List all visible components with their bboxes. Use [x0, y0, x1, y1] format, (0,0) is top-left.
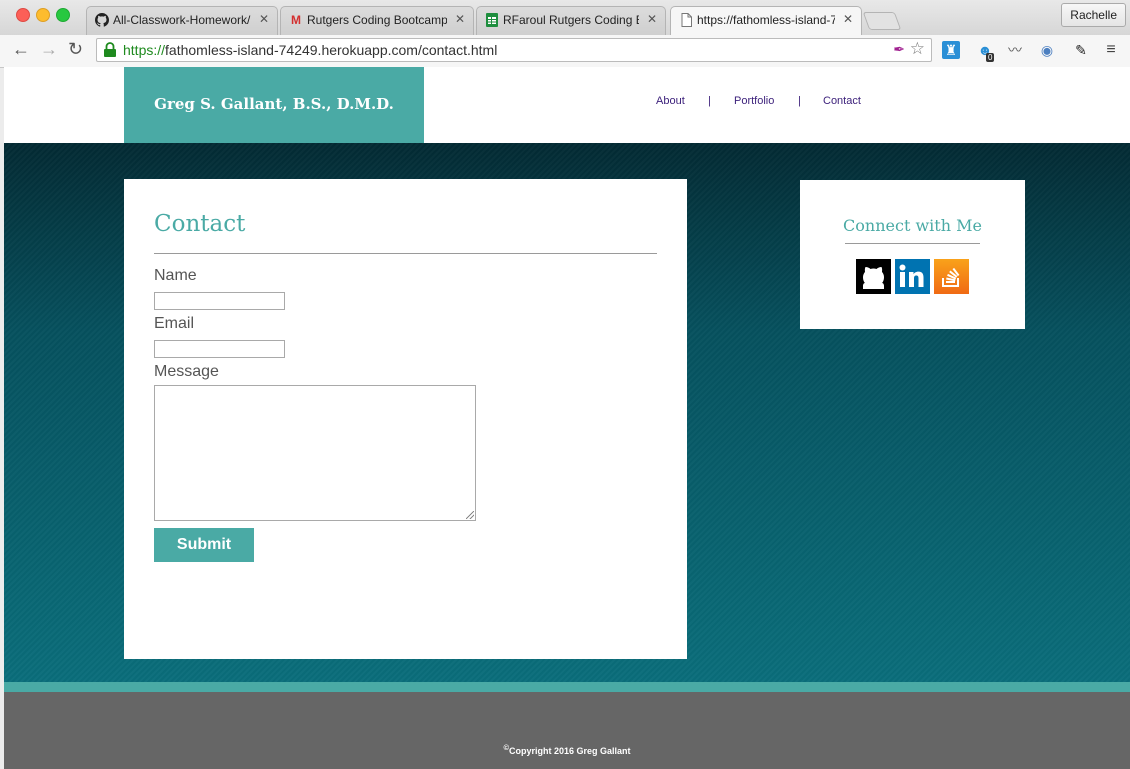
feather-icon[interactable]: ✒ — [893, 41, 905, 58]
forward-arrow-icon[interactable]: → — [40, 39, 58, 60]
nav-contact[interactable]: Contact — [823, 95, 861, 107]
pulse-icon[interactable]: 〰 — [1006, 41, 1024, 59]
contact-card: Contact Name Email Message Submit — [124, 179, 687, 659]
globe-icon[interactable]: ◉ — [1038, 41, 1056, 59]
tab-title: All-Classwork-Homework/ — [113, 13, 251, 27]
browser-window: All-Classwork-Homework/ ✕ M Rutgers Codi… — [0, 0, 1130, 769]
divider — [845, 243, 980, 244]
nav-about[interactable]: About — [656, 95, 685, 107]
sheets-icon — [485, 13, 499, 27]
extension-tie-icon[interactable]: ♜ — [942, 41, 960, 59]
github-icon — [95, 13, 109, 27]
profile-button[interactable]: Rachelle — [1061, 3, 1126, 27]
page-icon — [679, 13, 693, 27]
close-tab-icon[interactable]: ✕ — [259, 12, 269, 26]
close-tab-icon[interactable]: ✕ — [647, 12, 657, 26]
submit-button[interactable]: Submit — [154, 528, 254, 562]
minimize-window-button[interactable] — [36, 8, 50, 22]
brand-name: Greg S. Gallant, B.S., D.M.D. — [154, 95, 394, 113]
nav-separator: | — [708, 95, 711, 107]
contact-title: Contact — [154, 211, 246, 237]
close-tab-icon[interactable]: ✕ — [843, 12, 853, 26]
resize-grip-icon[interactable] — [466, 511, 474, 519]
browser-toolbar: ← → ↻ https://fathomless-island-74249.he… — [0, 35, 1130, 68]
email-input[interactable] — [154, 340, 285, 358]
tab-strip: All-Classwork-Homework/ ✕ M Rutgers Codi… — [0, 0, 1130, 36]
tab-sheets[interactable]: RFaroul Rutgers Coding Bo ✕ — [476, 6, 666, 35]
address-bar[interactable]: https://fathomless-island-74249.herokuap… — [96, 38, 932, 62]
email-label: Email — [154, 315, 195, 332]
site-footer: ©Copyright 2016 Greg Gallant — [4, 692, 1130, 769]
new-tab-button[interactable] — [862, 12, 902, 30]
tab-github[interactable]: All-Classwork-Homework/ ✕ — [86, 6, 278, 35]
bookmark-star-icon[interactable]: ☆ — [910, 39, 925, 59]
close-window-button[interactable] — [16, 8, 30, 22]
brand-block[interactable]: Greg S. Gallant, B.S., D.M.D. — [124, 67, 424, 143]
nav-portfolio[interactable]: Portfolio — [734, 95, 774, 107]
menu-icon[interactable]: ≡ — [1102, 41, 1120, 59]
web-page: Greg S. Gallant, B.S., D.M.D. About | Po… — [4, 67, 1130, 769]
gmail-icon: M — [291, 13, 301, 27]
maximize-window-button[interactable] — [56, 8, 70, 22]
url-text: https://fathomless-island-74249.herokuap… — [123, 42, 497, 58]
reload-icon[interactable]: ↻ — [68, 39, 83, 60]
message-textarea[interactable] — [154, 385, 476, 521]
tab-title: Rutgers Coding Bootcamp — [307, 13, 447, 27]
copyright-text: ©Copyright 2016 Greg Gallant — [4, 743, 1130, 756]
site-header: Greg S. Gallant, B.S., D.M.D. About | Po… — [4, 67, 1130, 143]
tab-title: https://fathomless-island-7 — [697, 13, 835, 27]
lock-icon — [103, 42, 117, 57]
name-label: Name — [154, 267, 197, 284]
message-label: Message — [154, 363, 219, 380]
linkedin-icon[interactable] — [895, 259, 930, 294]
back-arrow-icon[interactable]: ← — [12, 39, 30, 60]
tab-contact-active[interactable]: https://fathomless-island-7 ✕ — [670, 6, 862, 36]
stackoverflow-icon[interactable] — [934, 259, 969, 294]
tab-title: RFaroul Rutgers Coding Bo — [503, 13, 639, 27]
tab-gmail[interactable]: M Rutgers Coding Bootcamp ✕ — [280, 6, 474, 35]
nav-separator: | — [798, 95, 801, 107]
url-path: fathomless-island-74249.herokuapp.com/co… — [165, 42, 498, 58]
footer-accent-bar — [4, 682, 1130, 692]
copyright-line: Copyright 2016 Greg Gallant — [509, 746, 631, 756]
url-scheme: https:// — [123, 42, 166, 58]
social-title: Connect with Me — [843, 216, 982, 235]
divider — [154, 253, 657, 254]
github-icon[interactable] — [856, 259, 891, 294]
name-input[interactable] — [154, 292, 285, 310]
social-card: Connect with Me — [800, 180, 1025, 329]
eyedropper-icon[interactable]: ✎ — [1072, 41, 1090, 59]
close-tab-icon[interactable]: ✕ — [455, 12, 465, 26]
extension-badge: 0 — [986, 53, 995, 62]
